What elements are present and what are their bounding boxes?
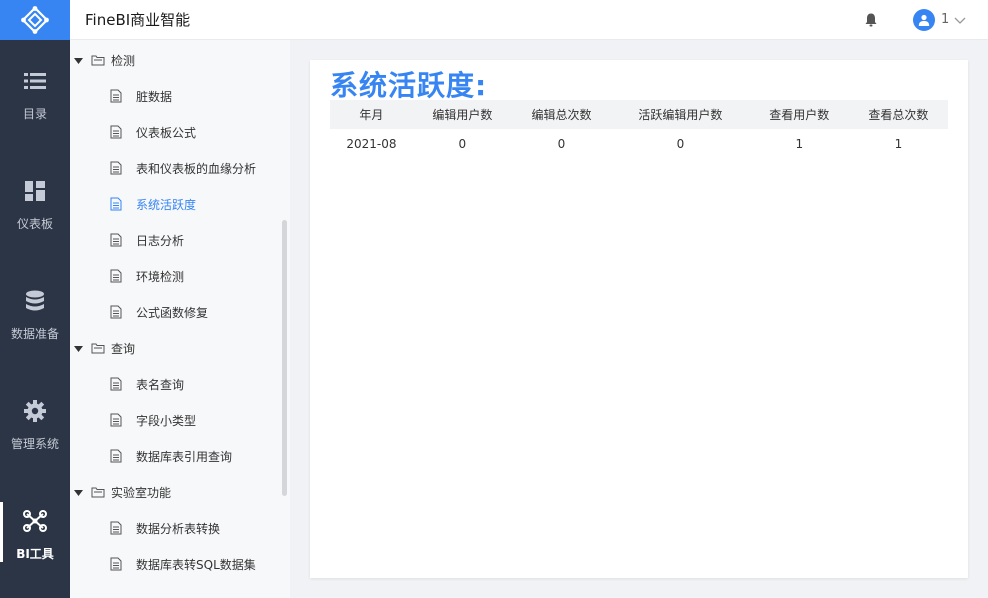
nav-label: 数据准备 <box>10 326 59 341</box>
tree-item-label: 数据分析表转换 <box>136 521 221 536</box>
document-icon <box>110 125 122 139</box>
column-header: 编辑总次数 <box>511 100 612 129</box>
gear-icon <box>23 399 47 423</box>
table-cell: 2021-08 <box>346 137 397 151</box>
tree-item-label: 公式函数修复 <box>136 305 209 320</box>
tree-folder-lab[interactable]: 实验室功能 <box>70 474 282 510</box>
folder-open-icon <box>91 343 105 354</box>
tree-item[interactable]: 数据库表转SQL数据集 <box>70 546 282 582</box>
nav-item-management[interactable]: 管理系统 <box>0 370 70 480</box>
document-icon <box>110 377 122 391</box>
document-icon <box>110 557 122 571</box>
tree-item-label: 数据库表引用查询 <box>136 449 233 464</box>
user-icon <box>918 14 930 26</box>
tree-folder-label: 实验室功能 <box>111 485 172 500</box>
column-header: 活跃编辑用户数 <box>611 100 750 129</box>
tree-folder-label: 检测 <box>111 53 136 68</box>
nav-label: 管理系统 <box>10 436 59 451</box>
nav-label: 仪表板 <box>16 216 53 231</box>
table-cell: 1 <box>795 137 804 151</box>
tree-item[interactable]: 仪表板公式 <box>70 114 282 150</box>
tree-item-label: 仪表板公式 <box>136 125 197 140</box>
tree-folder-detection[interactable]: 检测 <box>70 42 282 78</box>
tree-item[interactable]: 数据分析表转换 <box>70 510 282 546</box>
tree-item-label: 脏数据 <box>136 89 173 104</box>
tree-item-label: 日志分析 <box>136 233 185 248</box>
bell-icon[interactable] <box>863 12 879 28</box>
logo[interactable] <box>0 0 70 40</box>
report-panel: 系统活跃度: 年月 编辑用户数 编辑总次数 活跃编辑用户数 查看用户数 查看总次… <box>310 60 968 578</box>
tree-item-label: 环境检测 <box>136 269 185 284</box>
caret-down-icon <box>74 57 83 64</box>
tree-item[interactable]: 公式函数修复 <box>70 294 282 330</box>
table-cell: 0 <box>557 137 566 151</box>
tree-item[interactable]: 日志分析 <box>70 222 282 258</box>
user-name[interactable]: 1 <box>941 0 949 40</box>
logo-icon <box>21 6 49 34</box>
tree-item-label: 字段小类型 <box>136 413 197 428</box>
document-icon <box>110 521 122 535</box>
column-header: 查看总次数 <box>848 100 948 129</box>
document-icon <box>110 305 122 319</box>
tree-item[interactable]: 字段小类型 <box>70 402 282 438</box>
tree-item-active[interactable]: 系统活跃度 <box>70 186 282 222</box>
folder-open-icon <box>91 55 105 66</box>
dashboard-icon <box>23 179 47 203</box>
column-header: 查看用户数 <box>749 100 849 129</box>
tree-item[interactable]: 数据库表引用查询 <box>70 438 282 474</box>
tree-item-label: 数据库表转SQL数据集 <box>136 557 256 572</box>
document-icon <box>110 233 122 247</box>
nav-label: BI工具 <box>16 546 54 561</box>
document-icon <box>110 89 122 103</box>
nav-item-dashboard[interactable]: 仪表板 <box>0 150 70 260</box>
chevron-down-icon[interactable] <box>954 14 966 26</box>
tree-item[interactable]: 表和仪表板的血缘分析 <box>70 150 282 186</box>
document-icon <box>110 413 122 427</box>
table-cell: 0 <box>676 137 685 151</box>
table-cell: 1 <box>894 137 903 151</box>
nav-item-bi-tools[interactable]: BI工具 <box>0 480 70 590</box>
avatar[interactable] <box>913 9 935 31</box>
folder-open-icon <box>91 487 105 498</box>
tree-item[interactable]: 表名查询 <box>70 366 282 402</box>
network-icon <box>23 509 47 533</box>
tree-item-label: 系统活跃度 <box>136 197 197 212</box>
document-icon <box>110 161 122 175</box>
caret-down-icon <box>74 489 83 496</box>
table-header-row: 年月 编辑用户数 编辑总次数 活跃编辑用户数 查看用户数 查看总次数 <box>330 100 948 129</box>
top-header: FineBI商业智能 1 <box>70 0 988 40</box>
left-nav: 目录 仪表板 数据准备 管理系统 BI工具 <box>0 0 70 598</box>
tree-item[interactable]: 环境检测 <box>70 258 282 294</box>
nav-label: 目录 <box>22 106 47 121</box>
tree-item-label: 表和仪表板的血缘分析 <box>136 161 257 176</box>
document-icon <box>110 449 122 463</box>
tree-panel: 检测 脏数据 仪表板公式 表和仪表板的血缘分析 系统活跃度 日志分析 环境检测 … <box>70 40 290 598</box>
nav-item-catalog[interactable]: 目录 <box>0 40 70 150</box>
document-icon <box>110 269 122 283</box>
tree-folder-query[interactable]: 查询 <box>70 330 282 366</box>
tree-item-label: 表名查询 <box>136 377 185 392</box>
nav-item-data-prep[interactable]: 数据准备 <box>0 260 70 370</box>
report-title: 系统活跃度: <box>330 69 488 102</box>
activity-table: 年月 编辑用户数 编辑总次数 活跃编辑用户数 查看用户数 查看总次数 2021-… <box>330 100 948 159</box>
tree-item[interactable]: 脏数据 <box>70 78 282 114</box>
column-header: 年月 <box>330 100 413 129</box>
caret-down-icon <box>74 345 83 352</box>
table-row: 2021-08 0 0 0 1 1 <box>330 129 948 159</box>
table-cell: 0 <box>458 137 467 151</box>
tree-folder-label: 查询 <box>111 341 136 356</box>
database-icon <box>23 289 47 313</box>
document-icon <box>110 197 122 211</box>
app-title: FineBI商业智能 <box>85 11 191 29</box>
list-icon <box>23 69 47 93</box>
tree-scrollbar[interactable] <box>282 220 287 496</box>
column-header: 编辑用户数 <box>412 100 512 129</box>
